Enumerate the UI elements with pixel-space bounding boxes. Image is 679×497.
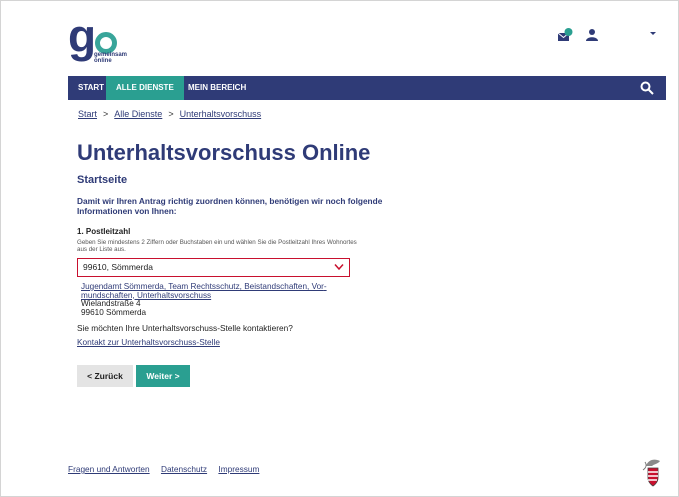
chevron-down-icon: [334, 264, 344, 271]
postleitzahl-label: 1. Postleitzahl: [77, 227, 131, 236]
footer-links: Fragen und Antworten Datenschutz Impress…: [68, 464, 268, 474]
breadcrumb-start[interactable]: Start: [78, 109, 97, 119]
breadcrumb: Start > Alle Dienste > Unterhaltsvorschuss: [78, 109, 261, 119]
thuringia-crest-icon: [642, 459, 660, 487]
office-city: 99610 Sömmerda: [81, 307, 147, 317]
postleitzahl-select-value: 99610, Sömmerda: [83, 262, 153, 272]
back-button[interactable]: < Zurück: [77, 365, 133, 387]
nav-mein-bereich[interactable]: MEIN BEREICH: [178, 76, 256, 100]
mail-notification-icon[interactable]: [557, 28, 573, 42]
main-nav: START ALLE DIENSTE MEIN BEREICH: [68, 76, 666, 100]
office-name-link[interactable]: Jugendamt Sömmerda, Team Rechtsschutz, B…: [81, 282, 371, 300]
search-icon[interactable]: [640, 81, 654, 95]
user-icon[interactable]: [586, 28, 598, 41]
breadcrumb-separator: >: [168, 109, 174, 119]
intro-text: Damit wir Ihren Antrag richtig zuordnen …: [77, 196, 383, 216]
logo-subtitle: gemeinsam online: [94, 52, 128, 64]
breadcrumb-alle-dienste[interactable]: Alle Dienste: [114, 109, 162, 119]
contact-question: Sie möchten Ihre Unterhaltsvorschuss-Ste…: [77, 323, 293, 333]
contact-link[interactable]: Kontakt zur Unterhaltsvorschuss-Stelle: [77, 337, 220, 347]
office-address: Jugendamt Sömmerda, Team Rechtsschutz, B…: [81, 282, 371, 317]
nav-alle-dienste[interactable]: ALLE DIENSTE: [106, 76, 184, 100]
breadcrumb-separator: >: [103, 109, 109, 119]
next-button[interactable]: Weiter >: [136, 365, 190, 387]
postleitzahl-select[interactable]: 99610, Sömmerda: [77, 258, 350, 277]
footer-faq-link[interactable]: Fragen und Antworten: [68, 464, 150, 474]
postleitzahl-hint: Geben Sie mindestens 2 Ziffern oder Buch…: [77, 239, 357, 253]
chevron-down-icon[interactable]: [648, 28, 658, 38]
breadcrumb-unterhaltsvorschuss[interactable]: Unterhaltsvorschuss: [180, 109, 262, 119]
page-title: Unterhaltsvorschuss Online: [77, 140, 371, 165]
footer-imprint-link[interactable]: Impressum: [218, 464, 259, 474]
logo[interactable]: g gemeinsam online: [68, 12, 158, 68]
footer-privacy-link[interactable]: Datenschutz: [161, 464, 207, 474]
page-subtitle: Startseite: [77, 174, 128, 186]
